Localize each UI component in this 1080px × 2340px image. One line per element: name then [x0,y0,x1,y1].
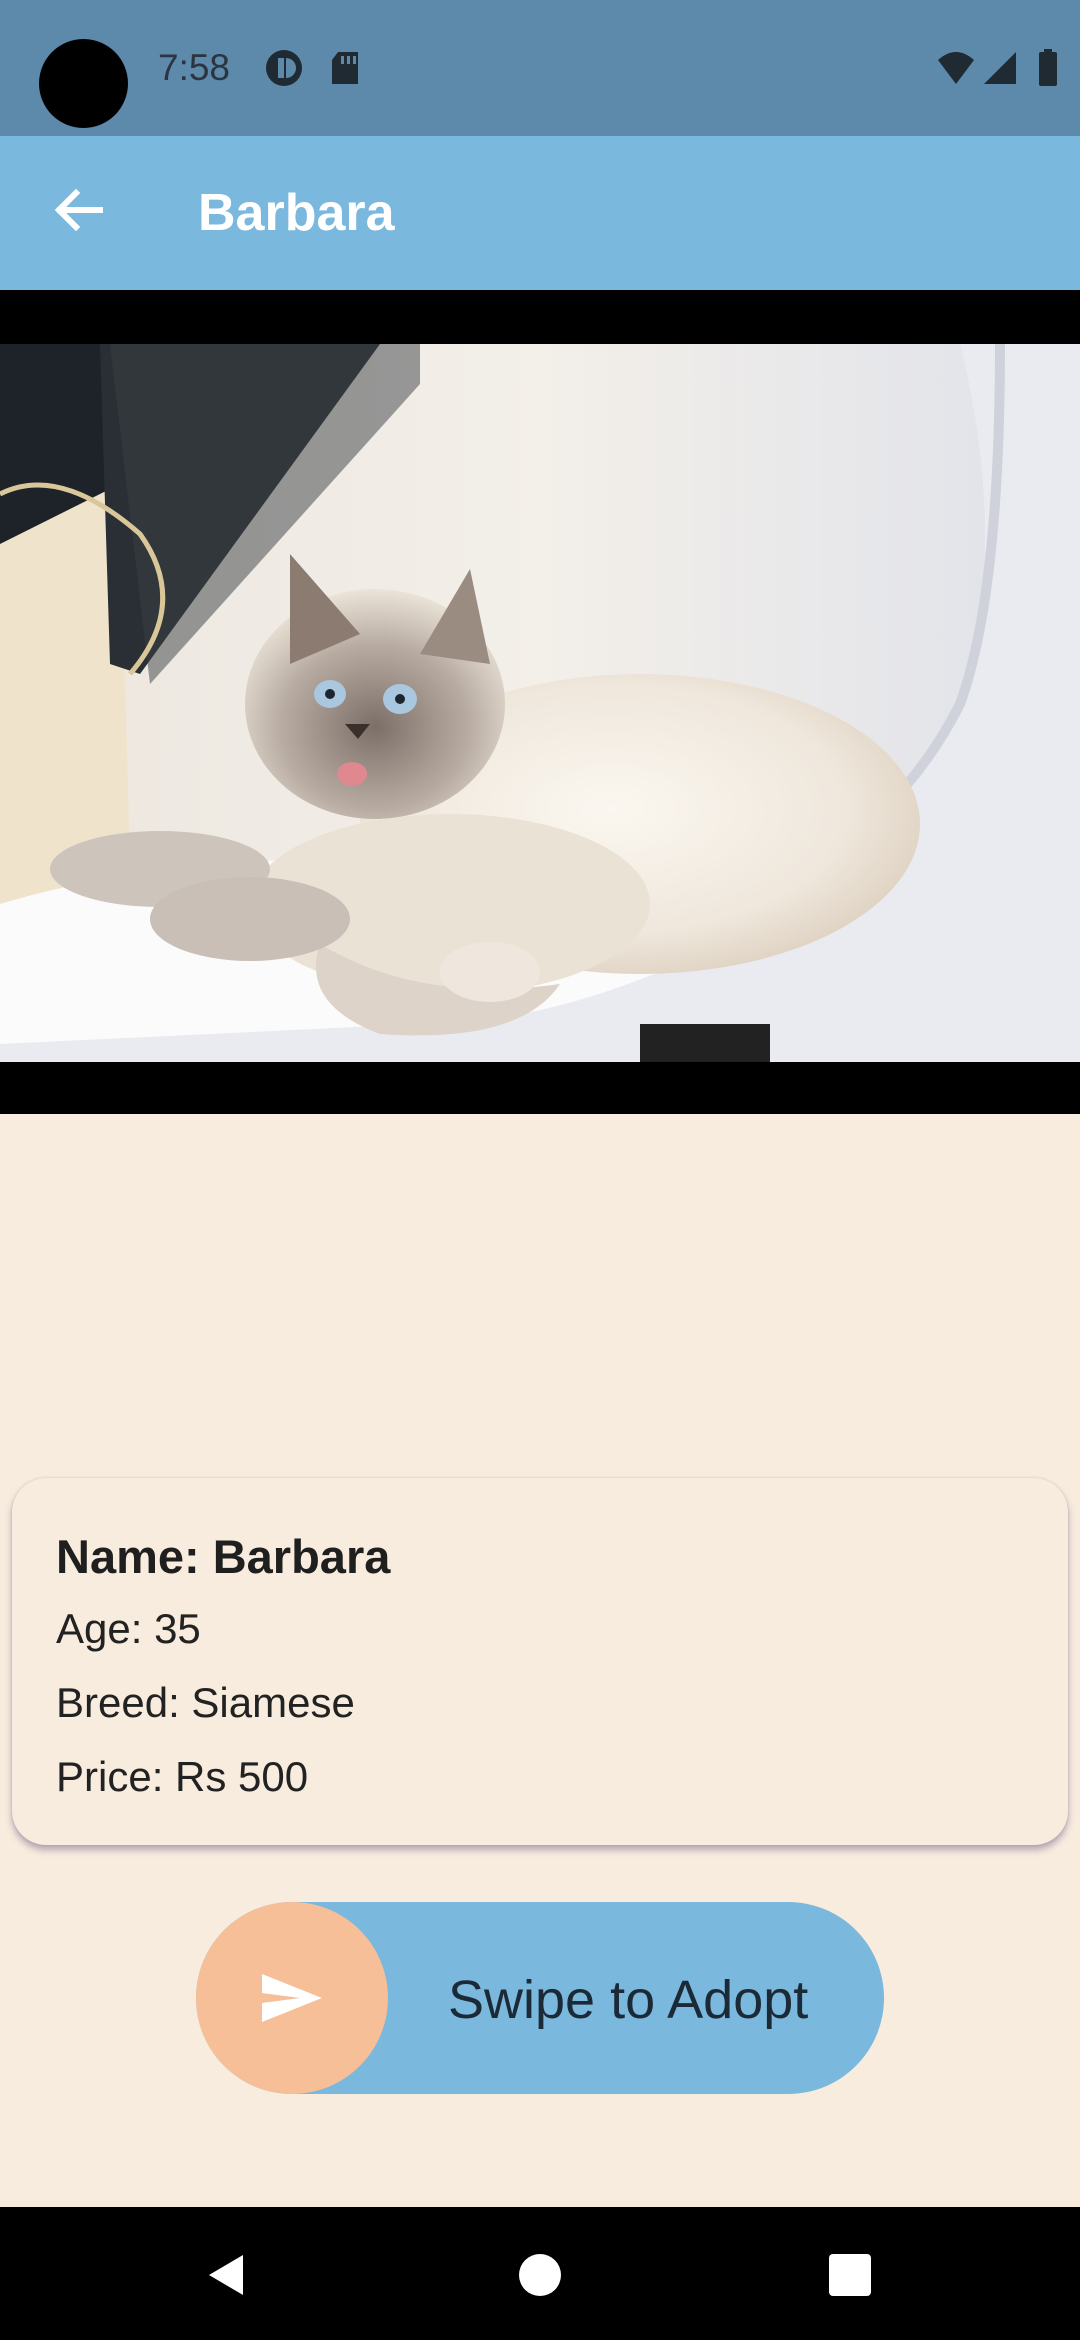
pet-breed: Breed: Siamese [56,1679,355,1726]
data-saver-icon [266,50,302,86]
pet-price: Price: Rs 500 [56,1753,309,1800]
pet-info-card: Name: Barbara Age: 35 Breed: Siamese Pri… [12,1478,1068,1845]
app-bar [0,136,1080,290]
swipe-label: Swipe to Adopt [448,1970,809,2030]
nav-back-button[interactable] [192,2240,262,2310]
nav-recents-button[interactable] [815,2240,885,2310]
pet-name: Name: Barbara [56,1530,391,1583]
send-icon [262,1974,322,2022]
triangle-back-icon [209,2255,243,2295]
signal-icon [984,52,1016,84]
swipe-handle[interactable] [196,1902,388,2094]
back-button[interactable] [36,168,120,252]
camera-cutout [39,39,128,128]
status-time: 7:58 [158,47,231,88]
wifi-icon [938,52,974,84]
page-title: Barbara [198,184,395,242]
battery-icon [1039,49,1057,86]
sd-card-icon [332,52,358,84]
circle-home-icon [519,2254,561,2296]
pet-age: Age: 35 [56,1605,201,1652]
nav-home-button[interactable] [505,2240,575,2310]
square-recents-icon [829,2254,871,2296]
cat-photo [0,344,1080,1062]
arrow-left-icon [54,188,103,232]
cat-image [0,344,1080,1062]
